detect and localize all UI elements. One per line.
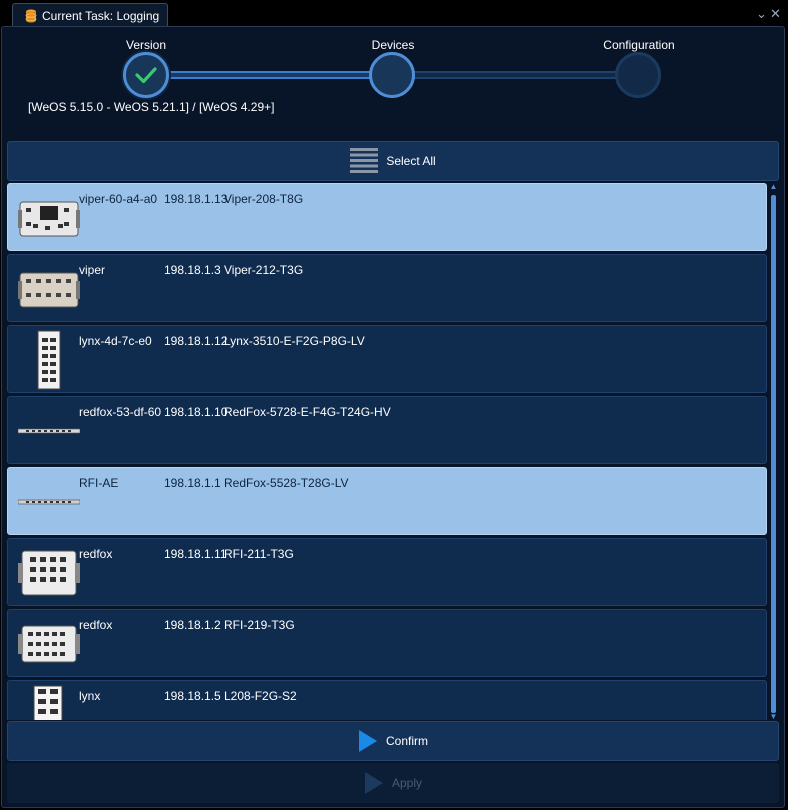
- device-list: viper-60-a4-a0 198.18.1.13 Viper-208-T8G…: [7, 183, 767, 720]
- device-model: Lynx-3510-E-F2G-P8G-LV: [224, 334, 365, 348]
- device-list-scrollbar[interactable]: ▲ ▼: [769, 183, 778, 721]
- device-model: RFI-219-T3G: [224, 618, 295, 632]
- task-tab[interactable]: Current Task: Logging: [12, 3, 168, 27]
- play-icon: [364, 772, 383, 794]
- lynx-device-icon: [37, 330, 61, 390]
- device-ip: 198.18.1.10: [164, 405, 228, 419]
- step-version[interactable]: [123, 52, 169, 98]
- device-name: lynx-4d-7c-e0: [79, 334, 152, 348]
- device-row[interactable]: lynx-4d-7c-e0 198.18.1.12 Lynx-3510-E-F2…: [7, 325, 767, 393]
- step-label-version: Version: [125, 38, 167, 52]
- confirm-button[interactable]: Confirm: [7, 721, 779, 761]
- device-ip: 198.18.1.11: [164, 547, 227, 561]
- device-ip: 198.18.1.1: [164, 476, 221, 490]
- device-model: RFI-211-T3G: [224, 547, 294, 561]
- scroll-thumb[interactable]: [771, 195, 776, 713]
- device-model: Viper-212-T3G: [224, 263, 304, 277]
- list-icon: [350, 148, 379, 173]
- device-row[interactable]: redfox 198.18.1.2 RFI-219-T3G: [7, 609, 767, 677]
- apply-button[interactable]: Apply: [7, 763, 779, 803]
- collapse-icon[interactable]: ⌄: [756, 6, 767, 22]
- device-ip: 198.18.1.3: [164, 263, 221, 277]
- device-name: viper-60-a4-a0: [79, 192, 158, 206]
- step-connector-1: [168, 71, 372, 79]
- step-connector-2: [414, 71, 618, 79]
- scroll-down-icon[interactable]: ▼: [769, 713, 778, 721]
- device-name: viper: [79, 263, 106, 277]
- device-row[interactable]: redfox 198.18.1.11 RFI-211-T3G: [7, 538, 767, 606]
- close-icon[interactable]: ✕: [770, 6, 781, 22]
- lynx-device-icon: [33, 685, 63, 720]
- device-model: RedFox-5728-E-F4G-T24G-HV: [224, 405, 391, 419]
- viper-device-icon: [18, 272, 80, 308]
- device-name: redfox-53-df-60: [79, 405, 162, 419]
- confirm-label: Confirm: [385, 734, 428, 748]
- device-name: redfox: [79, 618, 113, 632]
- device-row[interactable]: viper 198.18.1.3 Viper-212-T3G: [7, 254, 767, 322]
- database-icon: [25, 9, 37, 22]
- device-row[interactable]: RFI-AE 198.18.1.1 RedFox-5528-T28G-LV: [7, 467, 767, 535]
- device-name: RFI-AE: [79, 476, 119, 490]
- scroll-up-icon[interactable]: ▲: [769, 183, 778, 191]
- step-label-devices: Devices: [371, 38, 415, 52]
- rfi-device-icon: [18, 550, 80, 596]
- rfi-device-icon: [18, 625, 80, 663]
- device-name: redfox: [79, 547, 113, 561]
- checkmark-icon: [135, 67, 157, 84]
- device-model: Viper-208-T8G: [224, 192, 304, 206]
- tab-title: Current Task: Logging: [42, 8, 160, 23]
- device-row[interactable]: viper-60-a4-a0 198.18.1.13 Viper-208-T8G: [7, 183, 767, 251]
- device-ip: 198.18.1.13: [164, 192, 228, 206]
- play-icon: [358, 730, 377, 752]
- device-row[interactable]: redfox-53-df-60 198.18.1.10 RedFox-5728-…: [7, 396, 767, 464]
- rack-device-icon: [18, 428, 80, 434]
- device-model: RedFox-5528-T28G-LV: [224, 476, 349, 490]
- device-name: lynx: [79, 689, 101, 703]
- device-ip: 198.18.1.5: [164, 689, 221, 703]
- device-ip: 198.18.1.2: [164, 618, 221, 632]
- viper-device-icon: [18, 201, 80, 237]
- rack-device-icon: [18, 499, 80, 505]
- apply-label: Apply: [391, 776, 423, 790]
- device-ip: 198.18.1.12: [164, 334, 228, 348]
- select-all-button[interactable]: Select All: [7, 141, 779, 181]
- device-row[interactable]: lynx 198.18.1.5 L208-F2G-S2: [7, 680, 767, 720]
- step-devices[interactable]: [369, 52, 415, 98]
- version-range-text: [WeOS 5.15.0 - WeOS 5.21.1] / [WeOS 4.29…: [28, 100, 275, 114]
- device-model: L208-F2G-S2: [224, 689, 297, 703]
- step-configuration[interactable]: [615, 52, 661, 98]
- select-all-label: Select All: [386, 154, 436, 168]
- step-label-configuration: Configuration: [603, 38, 675, 52]
